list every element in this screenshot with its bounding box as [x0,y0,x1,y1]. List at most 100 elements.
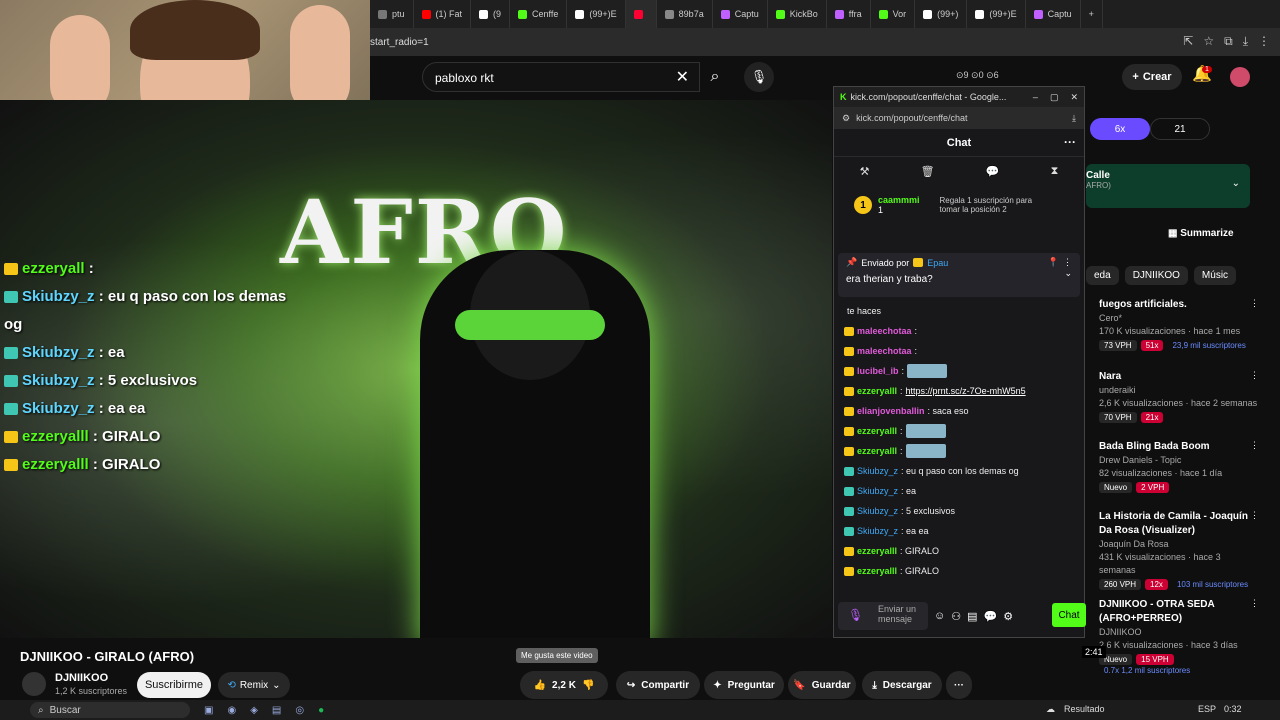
browser-tab[interactable]: ptu [370,0,414,28]
chat-message[interactable]: ezzeryalll: https://prnt.sc/z-7Oe-mhW5n5 [838,381,1082,401]
install-icon[interactable]: ⇱ [1183,34,1193,49]
search-button[interactable]: ⌕ [700,62,730,92]
chat-username[interactable]: ezzeryalll [857,446,897,456]
browser-tab[interactable]: Cenffe [510,0,568,28]
trash-icon[interactable]: 🗑 [921,165,935,178]
new-tab-button[interactable]: + [1081,0,1103,28]
chat-username[interactable]: ezzeryalll [857,566,897,576]
chat-message[interactable]: maleechotaa: [838,321,1082,341]
chat-username[interactable]: Skiubzy_z [857,526,898,536]
download-icon[interactable]: ⤓ [1243,34,1248,49]
chat-username[interactable]: ezzeryalll [857,386,897,396]
chip-all[interactable]: eda [1086,266,1119,285]
like-count[interactable]: 2,2 K [552,680,576,691]
close-icon[interactable]: ✕ [1070,92,1078,103]
chat-username[interactable]: elianjovenballin [857,406,925,416]
download-button[interactable]: ⤓ Descargar [862,671,942,699]
download-icon[interactable]: ⤓ [1072,113,1076,124]
chat-message[interactable]: ezzeryalll: GIRALO [838,561,1082,581]
chat-message[interactable]: elianjovenballin: saca eso [838,401,1082,421]
browser-tab[interactable]: Captu [713,0,768,28]
clock[interactable]: 0:32 [1224,704,1242,714]
chat-message[interactable]: Skiubzy_z: ea [838,481,1082,501]
speed-pill-a[interactable]: 6x [1090,118,1150,140]
rec-menu-icon[interactable]: ⋮ [1250,298,1259,309]
edge-icon[interactable]: ◉ [227,705,236,716]
hammer-icon[interactable]: ⚒ [860,165,870,178]
chat-message[interactable]: lucibel_ib: [838,361,1082,381]
browser-tab[interactable] [625,0,657,28]
voice-search-button[interactable]: 🎙 [744,62,774,92]
chevron-down-icon[interactable]: ⌄ [1232,178,1240,189]
chat-username[interactable]: Skiubzy_z [857,506,898,516]
task-view-icon[interactable]: ▣ [204,705,213,716]
browser-tab[interactable]: (99+) [915,0,968,28]
chat-message[interactable]: Skiubzy_z: 5 exclusivos [838,501,1082,521]
send-chat-button[interactable]: Chat [1052,603,1086,627]
browser-tab[interactable]: (99+)E [567,0,626,28]
chat-menu-icon[interactable]: ··· [1064,135,1076,149]
browser-tab[interactable]: Vor [871,0,916,28]
channel-avatar[interactable] [22,672,46,696]
browser-tab[interactable]: Captu [1026,0,1081,28]
speed-pill-b[interactable]: 21 [1150,118,1210,140]
recommended-video[interactable]: fuegos artificiales. Cero* 170 K visualiza… [1099,298,1259,351]
pinned-menu-icon[interactable]: ⋮ [1063,257,1072,268]
emoji-icon[interactable]: ☺ [934,610,945,622]
star-icon[interactable]: ☆ [1203,34,1214,49]
browser-address-bar[interactable]: start_radio=1 ⇱ ☆ ⧉ ⤓ ⋮ [370,28,1280,56]
channel-name[interactable]: DJNIIKOO [55,672,108,684]
hourglass-icon[interactable]: ⧗ [1051,165,1059,178]
popup-url-bar[interactable]: ⚙ kick.com/popout/cenffe/chat ⤓ [834,107,1084,129]
recommended-video[interactable]: DJNIIKOO - OTRA SEDA (AFRO+PERREO) DJNIIK… [1099,598,1259,676]
close-icon[interactable]: ✕ [676,67,689,87]
spotify-icon[interactable]: ● [318,705,324,716]
browser-tab[interactable]: (1) Fat [414,0,472,28]
ask-button[interactable]: ✦ Preguntar [704,671,784,699]
browser-tab[interactable]: ffra [827,0,871,28]
save-button[interactable]: 🔖 Guardar [788,671,856,699]
menu-dots-icon[interactable]: ⋮ [1258,34,1270,49]
chat-message[interactable]: ezzeryalll: [838,441,1082,461]
thumbs-up-icon[interactable]: 👍 [534,680,546,691]
mic-icon[interactable]: 🎙 [848,609,863,621]
chat-message[interactable]: ezzeryalll: [838,421,1082,441]
chat-message[interactable]: ezzeryalll: GIRALO [838,541,1082,561]
pinned-message[interactable]: 📌 Enviado por Epau 📍 ⋮ era therian y tra… [838,253,1080,297]
folder-icon[interactable]: ▤ [272,705,281,716]
search-value[interactable]: pabloxo rkt [435,71,494,85]
more-actions-button[interactable]: ··· [946,671,972,699]
browser-tab[interactable]: (99+)E [967,0,1026,28]
extension-icon[interactable]: ⧉ [1224,34,1233,49]
recommended-video[interactable]: Bada Bling Bada Boom Drew Daniels - Topic… [1099,440,1259,493]
unpin-icon[interactable]: 📍 [1048,257,1059,268]
chat-message[interactable]: Skiubzy_z: ea ea [838,521,1082,541]
chat-username[interactable]: ezzeryalll [857,426,897,436]
chat-bubble-icon[interactable]: 💬 [986,165,1000,178]
chevron-down-icon[interactable]: ⌄ [1064,268,1072,285]
browser-tab[interactable]: 89b7a [657,0,713,28]
weather-icon[interactable]: ☁ [1046,704,1055,715]
weather-text[interactable]: Resultado [1064,704,1105,714]
gift-icon[interactable]: ⚇ [951,610,961,623]
rec-menu-icon[interactable]: ⋮ [1250,370,1259,381]
chat-username[interactable]: ezzeryalll [857,546,897,556]
settings-icon[interactable]: ⚙ [1003,610,1013,623]
chat-message[interactable]: te haces [838,301,1082,321]
browser-tab[interactable]: (9 [471,0,511,28]
maximize-icon[interactable]: ▢ [1050,92,1059,103]
taskbar-search[interactable]: ⌕ Buscar [30,702,190,718]
chrome-icon[interactable]: ◎ [295,705,304,716]
popup-url[interactable]: kick.com/popout/cenffe/chat [856,113,967,123]
chat-message[interactable]: Skiubzy_z: eu q paso con los demas og [838,461,1082,481]
chat-link[interactable]: https://prnt.sc/z-7Oe-mhW5n5 [906,386,1026,396]
rec-menu-icon[interactable]: ⋮ [1250,440,1259,451]
language-indicator[interactable]: ESP [1198,704,1216,714]
chat-username[interactable]: lucibel_ib [857,366,899,376]
remix-button[interactable]: ⟲ Remix ⌄ [218,672,290,698]
create-button[interactable]: + Crear [1122,64,1182,90]
minimize-icon[interactable]: – [1033,92,1038,103]
app-icon[interactable]: ◈ [250,705,258,716]
chat-username[interactable]: Skiubzy_z [857,486,898,496]
avatar[interactable] [1230,67,1250,87]
